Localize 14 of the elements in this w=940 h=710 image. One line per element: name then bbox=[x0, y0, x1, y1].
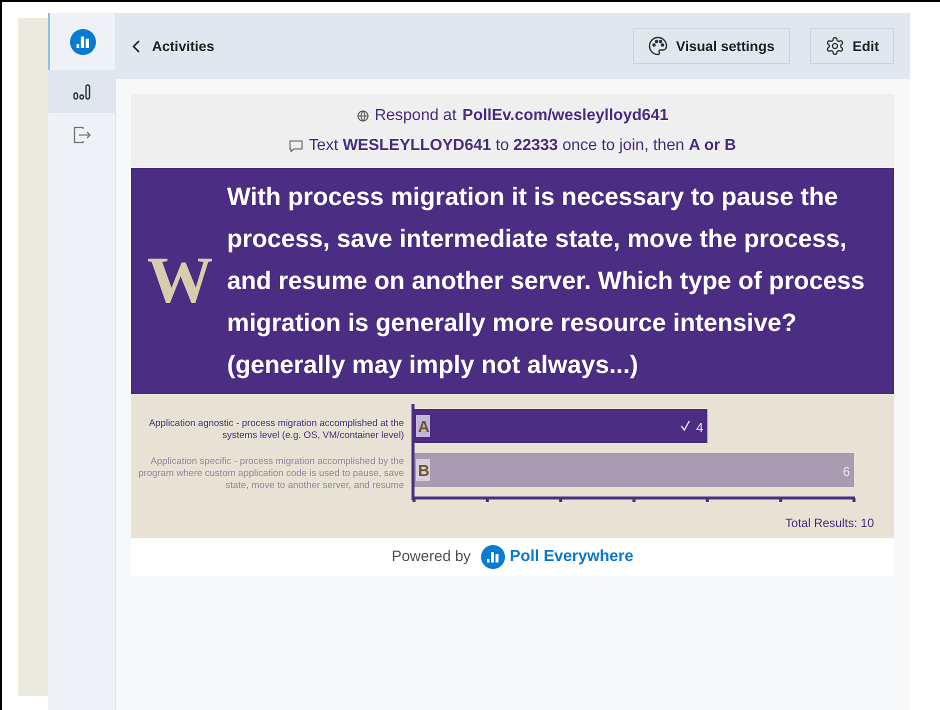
brand-name: Poll Everywhere bbox=[510, 547, 634, 567]
vote-count: 4 bbox=[696, 420, 704, 435]
question-text: With process migration it is necessary to pause the process, save intermediate state, move the process, and resume on another server. Which type of process migration is generally more resource intensive? (generally may imply not always...) bbox=[227, 182, 866, 381]
respond-text: Respond at bbox=[374, 106, 456, 126]
option-letter: B bbox=[416, 459, 430, 481]
vote-count: 6 bbox=[842, 464, 850, 479]
option-label: Application specific - process migration accomplished by the program where custom application code is used to pause, save state, move to another server, and resume bbox=[137, 456, 404, 492]
total-results: Total Results: 10 bbox=[785, 515, 874, 532]
option-label: Application agnostic - process migration accomplished at the systems level (e.g. OS, VM/container level) bbox=[148, 418, 404, 442]
sms-instructions: Text WESLEYLLOYD641 to 22333 once to join, then A or B bbox=[308, 136, 736, 156]
logo-letter: W bbox=[147, 248, 213, 314]
powered-by-text: Powered by bbox=[392, 546, 471, 567]
poll-url: PollEv.com/wesleylloyd641 bbox=[462, 106, 668, 126]
option-letter: A bbox=[416, 415, 430, 437]
